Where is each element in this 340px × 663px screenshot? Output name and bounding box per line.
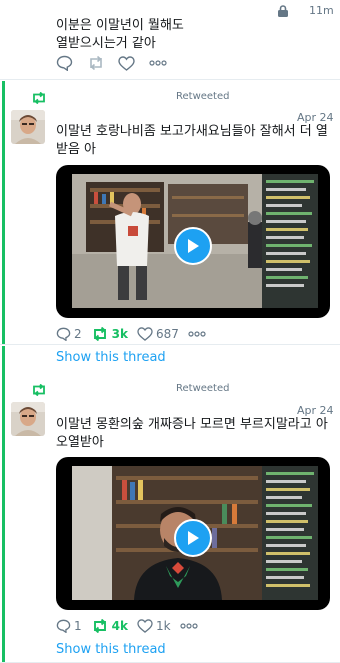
like-button[interactable]: 1k [137,619,171,633]
heart-icon [137,327,153,341]
reply-icon[interactable] [56,54,74,72]
tweet-actions [56,54,180,72]
like-count: 1k [155,619,171,633]
play-button[interactable] [174,519,212,557]
top-tweet[interactable]: 11m 이분은 이말년이 뭘해도 열받으시는거 같아 [0,0,340,80]
retweeted-label: Retweeted [176,91,230,102]
tweet-actions: 2 3k 687 [56,327,215,341]
unread-indicator [2,81,5,344]
reply-button[interactable]: 1 [56,619,82,633]
tweet-text: 이말년 몽환의숲 개짜증나 모르면 부르지말라고 아오열받아 [56,417,328,450]
more-icon [179,623,198,629]
retweet-icon [33,384,45,396]
tweet-text: 이말년 호랑나비좀 보고가새요님들아 잘해서 더 열받음 아 [56,124,328,157]
video-player[interactable] [56,457,330,610]
more-button[interactable] [179,623,198,629]
tweet-time: 11m [309,4,334,17]
more-icon [188,331,206,337]
retweet-button[interactable]: 4k [91,619,128,633]
retweet-icon [93,619,106,633]
retweeted-label: Retweeted [176,383,230,394]
reply-icon [56,327,71,341]
reply-count: 2 [74,327,82,341]
reply-icon [56,619,71,633]
reply-count: 1 [74,619,82,633]
tweet-card[interactable]: Retweeted Apr 24 이말년 몽환의숲 개짜증나 모르면 부르지말라… [0,346,340,663]
tweet-actions: 1 4k 1k [56,619,207,633]
lock-icon [278,5,288,17]
retweet-count: 3k [111,327,128,341]
retweet-icon [33,92,45,104]
unread-indicator [2,346,5,662]
more-icon[interactable] [149,54,167,72]
heart-icon [137,619,153,633]
show-thread-link[interactable]: Show this thread [56,642,166,657]
retweet-count: 4k [111,619,128,633]
play-button[interactable] [174,227,212,265]
like-count: 687 [155,327,179,341]
video-player[interactable] [56,165,330,318]
play-icon [188,239,199,253]
play-icon [188,531,199,545]
avatar[interactable] [11,402,45,436]
retweet-icon[interactable] [87,54,105,72]
avatar[interactable] [11,110,45,144]
retweet-icon [93,327,106,341]
like-button[interactable]: 687 [137,327,179,341]
retweet-button[interactable]: 3k [91,327,128,341]
reply-button[interactable]: 2 [56,327,82,341]
tweet-card[interactable]: Retweeted Apr 24 이말년 호랑나비좀 보고가새요님들아 잘해서 … [0,81,340,365]
heart-icon[interactable] [118,54,136,72]
more-button[interactable] [188,331,206,337]
tweet-text: 이분은 이말년이 뭘해도 열받으시는거 같아 [56,18,184,51]
